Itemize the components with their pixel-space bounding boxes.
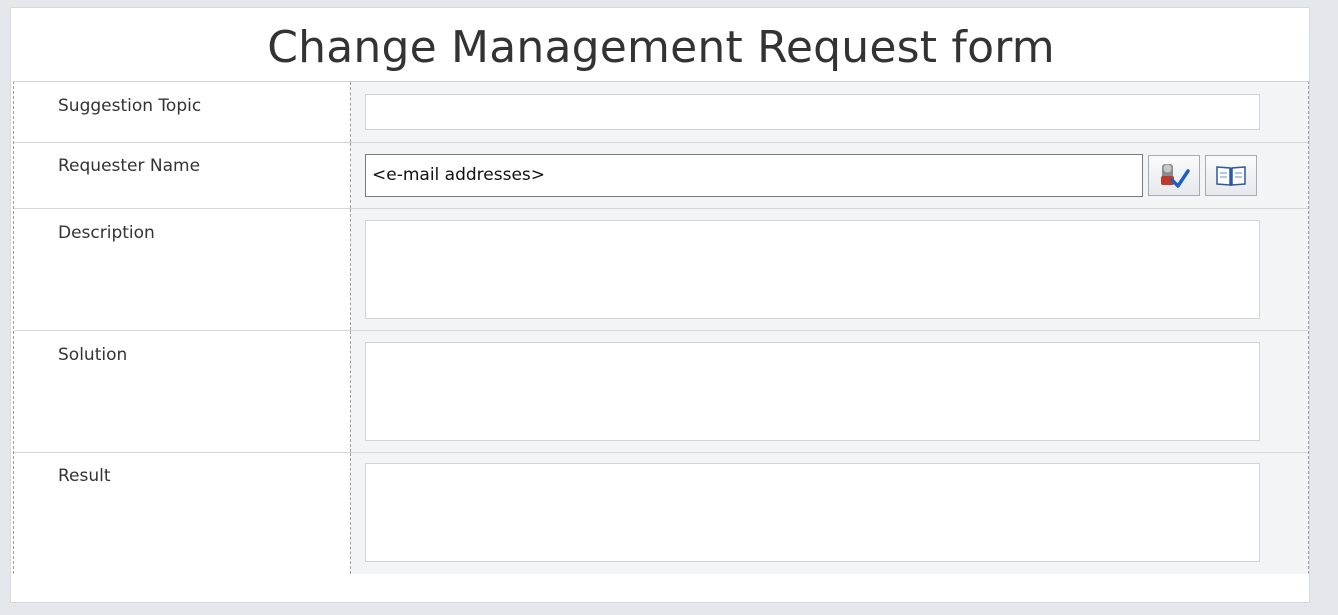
result-label: Result: [58, 466, 111, 486]
form-title: Change Management Request form: [267, 22, 1055, 73]
description-textarea[interactable]: [365, 220, 1260, 319]
form-card: Change Management Request form Suggestio…: [10, 7, 1310, 603]
address-book-icon: [1216, 165, 1246, 186]
result-textarea[interactable]: [365, 463, 1260, 562]
solution-textarea[interactable]: [365, 342, 1260, 441]
requester-name-input[interactable]: <e-mail addresses>: [365, 154, 1143, 197]
label-cell: Requester Name: [14, 143, 351, 208]
solution-label: Solution: [58, 345, 128, 365]
field-cell: <e-mail addresses>: [351, 143, 1308, 208]
label-cell: Result: [14, 453, 351, 574]
row-result: Result: [14, 453, 1308, 574]
description-label: Description: [58, 223, 155, 243]
row-description: Description: [14, 209, 1308, 331]
row-requester-name: Requester Name <e-mail addresses>: [14, 143, 1308, 209]
field-cell: [351, 209, 1308, 330]
requester-name-label: Requester Name: [58, 156, 201, 176]
field-cell: [351, 331, 1308, 452]
row-suggestion-topic: Suggestion Topic: [14, 82, 1308, 143]
check-names-button[interactable]: [1148, 155, 1200, 196]
label-cell: Suggestion Topic: [14, 82, 351, 142]
label-cell: Description: [14, 209, 351, 330]
check-names-icon: [1161, 163, 1190, 188]
label-cell: Solution: [14, 331, 351, 452]
suggestion-topic-label: Suggestion Topic: [58, 96, 202, 116]
field-cell: [351, 82, 1308, 142]
form-footer: [11, 574, 1309, 602]
form-table: Suggestion Topic Requester Name <e-mail …: [13, 81, 1309, 574]
field-cell: [351, 453, 1308, 574]
row-solution: Solution: [14, 331, 1308, 453]
suggestion-topic-input[interactable]: [365, 94, 1260, 130]
address-book-button[interactable]: [1205, 155, 1257, 196]
